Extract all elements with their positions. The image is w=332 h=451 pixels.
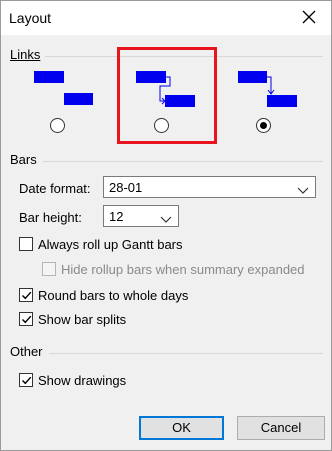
l-shaped-link-lines-radio[interactable] [256,118,271,133]
hide-rollup-bars-label: Hide rollup bars when summary expanded [61,262,305,277]
round-bars-checkbox[interactable] [19,288,33,302]
links-section-label: Links [10,47,41,62]
chevron-down-icon [160,212,172,227]
show-bar-splits-checkbox[interactable] [19,312,33,326]
date-format-select[interactable]: 28-01 [103,176,316,198]
hide-rollup-bars-checkbox[interactable] [42,262,56,276]
chevron-down-icon [297,183,309,198]
bars-divider [43,161,323,162]
other-section-label: Other [10,344,43,359]
no-link-lines-preview-icon [34,71,93,105]
show-drawings-label[interactable]: Show drawings [38,373,126,388]
bars-section-label: Bars [10,152,37,167]
dialog-title: Layout [9,10,52,26]
ok-button[interactable]: OK [139,416,224,440]
checkmark-icon [22,376,32,385]
bar-height-value: 12 [109,209,124,224]
always-roll-up-label[interactable]: Always roll up Gantt bars [38,237,183,252]
show-bar-splits-label[interactable]: Show bar splits [38,312,126,327]
date-format-label: Date format: [19,181,91,196]
other-divider [49,353,323,354]
checkmark-icon [22,315,32,324]
bar-height-label: Bar height: [19,210,82,225]
date-format-value: 28-01 [109,180,143,195]
always-roll-up-checkbox[interactable] [19,237,33,251]
show-drawings-checkbox[interactable] [19,373,33,387]
highlight-box [117,47,217,144]
close-icon[interactable] [301,9,317,25]
checkmark-icon [22,291,32,300]
round-bars-label[interactable]: Round bars to whole days [38,288,188,303]
title-bar: Layout [1,1,331,35]
l-shaped-link-lines-preview-icon [238,71,297,107]
layout-dialog: Layout Links Bars Date format: 28-01 Bar… [0,0,332,451]
bar-height-select[interactable]: 12 [103,205,179,227]
cancel-button[interactable]: Cancel [237,416,325,440]
no-link-lines-radio[interactable] [50,118,65,133]
